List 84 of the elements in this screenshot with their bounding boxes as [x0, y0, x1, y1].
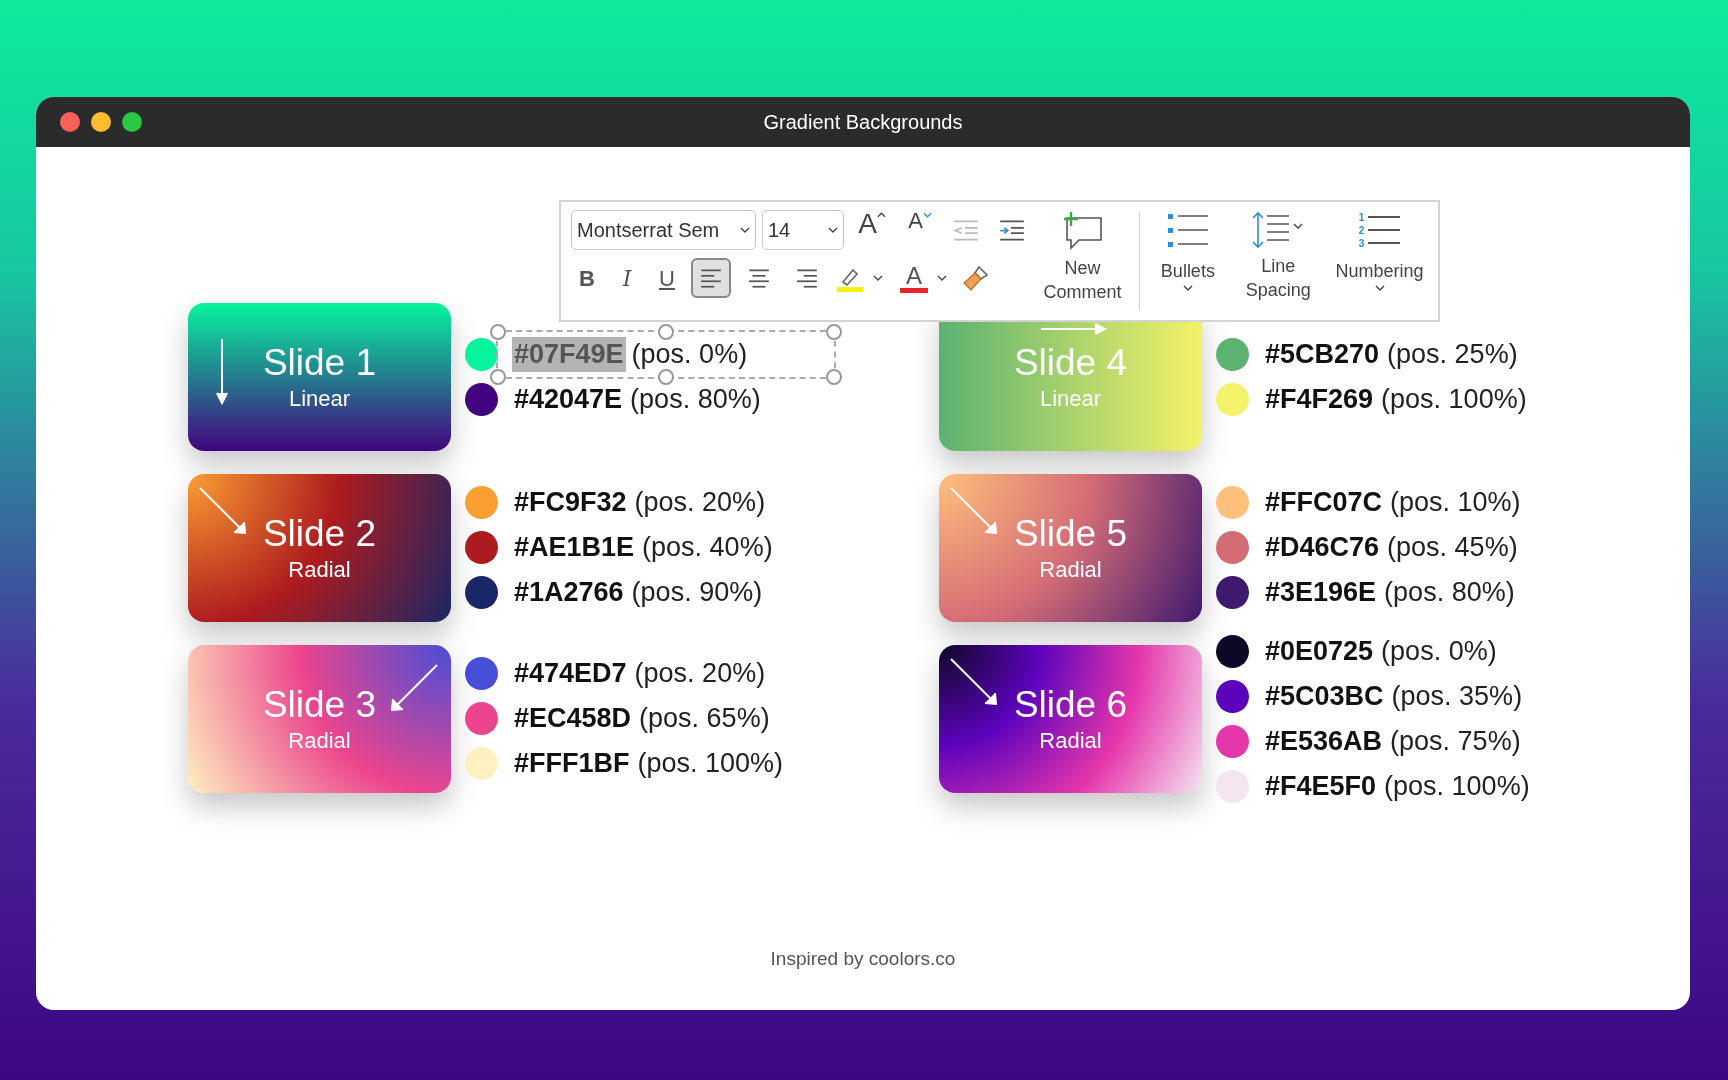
maximize-button[interactable]	[122, 112, 142, 132]
color-position: (pos. 25%)	[1387, 337, 1518, 371]
color-hex: #474ED7	[513, 657, 628, 690]
color-hex: #F4F269	[1264, 382, 1375, 416]
down-caret-icon	[922, 212, 932, 218]
color-hex: #FFC07C	[1264, 486, 1384, 519]
color-position: (pos. 35%)	[1391, 679, 1523, 713]
color-hex: #3E196E	[1264, 576, 1378, 609]
color-hex: #07F49E	[512, 336, 626, 372]
color-hex: #AE1B1E	[513, 531, 636, 564]
color-hex: #5C03BC	[1264, 679, 1385, 713]
color-position: (pos. 65%)	[639, 702, 770, 735]
resize-handle[interactable]	[490, 368, 506, 385]
color-position: (pos. 0%)	[1381, 634, 1497, 668]
close-button[interactable]	[60, 112, 80, 132]
caret-icon	[740, 227, 750, 233]
footer-credit: Inspired by coolors.co	[770, 946, 956, 971]
shrink-font-button[interactable]: A	[900, 210, 940, 250]
align-icon	[747, 266, 771, 290]
align-icon	[795, 266, 819, 290]
color-hex: #0E0725	[1264, 634, 1375, 668]
slide-type: Radial	[288, 726, 351, 755]
slide-type: Linear	[1039, 384, 1102, 413]
slide-title: Slide 5	[1013, 511, 1128, 556]
resize-handle[interactable]	[826, 323, 842, 340]
color-position: (pos. 80%)	[1384, 576, 1515, 609]
italic-button[interactable]: I	[611, 258, 643, 298]
color-hex: #D46C76	[1264, 531, 1381, 564]
color-hex: #42047E	[513, 382, 624, 416]
color-position: (pos. 80%)	[630, 382, 761, 416]
align-button[interactable]	[691, 258, 731, 298]
resize-handle[interactable]	[490, 323, 506, 340]
slide-type: Linear	[288, 384, 351, 413]
caret-icon	[1374, 285, 1385, 291]
color-position: (pos. 100%)	[1381, 382, 1527, 416]
color-hex: #E536AB	[1264, 724, 1384, 758]
resize-handle[interactable]	[658, 323, 674, 340]
grow-font-button[interactable]: A	[850, 210, 894, 250]
align-icon	[699, 266, 723, 290]
slide-type: Radial	[288, 555, 351, 584]
color-position: (pos. 45%)	[1387, 531, 1518, 564]
up-caret-icon	[876, 212, 886, 218]
resize-handle[interactable]	[658, 368, 674, 385]
slide-title: Slide 1	[262, 340, 377, 385]
slide-type: Radial	[1039, 555, 1102, 584]
color-hex: #FC9F32	[513, 486, 628, 519]
caret-icon	[828, 227, 838, 233]
numbering-button[interactable]: 1 2 3 Numbering	[1331, 210, 1428, 312]
bullets-button[interactable]: Bullets	[1150, 210, 1226, 312]
color-position: (pos. 20%)	[634, 657, 766, 690]
font-size-dropdown[interactable]: 14	[762, 210, 844, 250]
caret-icon	[937, 275, 947, 281]
slide-title: Slide 3	[262, 682, 377, 727]
color-hex: #5CB270	[1264, 337, 1381, 371]
color-position: (pos. 10%)	[1390, 486, 1521, 519]
increase-indent-icon[interactable]	[998, 218, 1026, 242]
slide-type: Radial	[1039, 726, 1102, 755]
paintbrush-icon[interactable]	[961, 263, 991, 293]
color-hex: #FFF1BF	[513, 747, 631, 780]
minimize-button[interactable]	[91, 112, 111, 132]
slide-title: Slide 2	[262, 511, 377, 556]
line-spacing-icon	[1251, 210, 1306, 250]
color-position: (pos. 40%)	[642, 531, 773, 564]
resize-handle[interactable]	[826, 368, 842, 385]
color-position: (pos. 20%)	[634, 486, 766, 519]
window-title: Gradient Backgrounds	[763, 110, 963, 135]
color-hex: #1A2766	[513, 576, 625, 609]
underline-button[interactable]: U	[651, 258, 683, 298]
font-dropdown[interactable]: Montserrat Sem	[571, 210, 756, 250]
caret-icon	[873, 275, 883, 281]
color-hex: #EC458D	[513, 702, 633, 735]
bold-button[interactable]: B	[571, 258, 603, 298]
color-position: (pos. 75%)	[1390, 724, 1521, 758]
slide-title: Slide 4	[1013, 340, 1128, 385]
color-position: (pos. 0%)	[631, 337, 748, 371]
font-color-button[interactable]: A	[899, 263, 929, 293]
slide-title: Slide 6	[1013, 682, 1128, 727]
new-comment-button[interactable]: New Comment	[1036, 210, 1130, 312]
line-spacing-button[interactable]: Line Spacing	[1235, 210, 1322, 312]
caret-icon	[1182, 285, 1193, 291]
color-hex: #F4E5F0	[1264, 769, 1378, 803]
color-position: (pos. 90%)	[631, 576, 763, 609]
color-position: (pos. 100%)	[637, 747, 784, 780]
color-position: (pos. 100%)	[1384, 769, 1530, 803]
